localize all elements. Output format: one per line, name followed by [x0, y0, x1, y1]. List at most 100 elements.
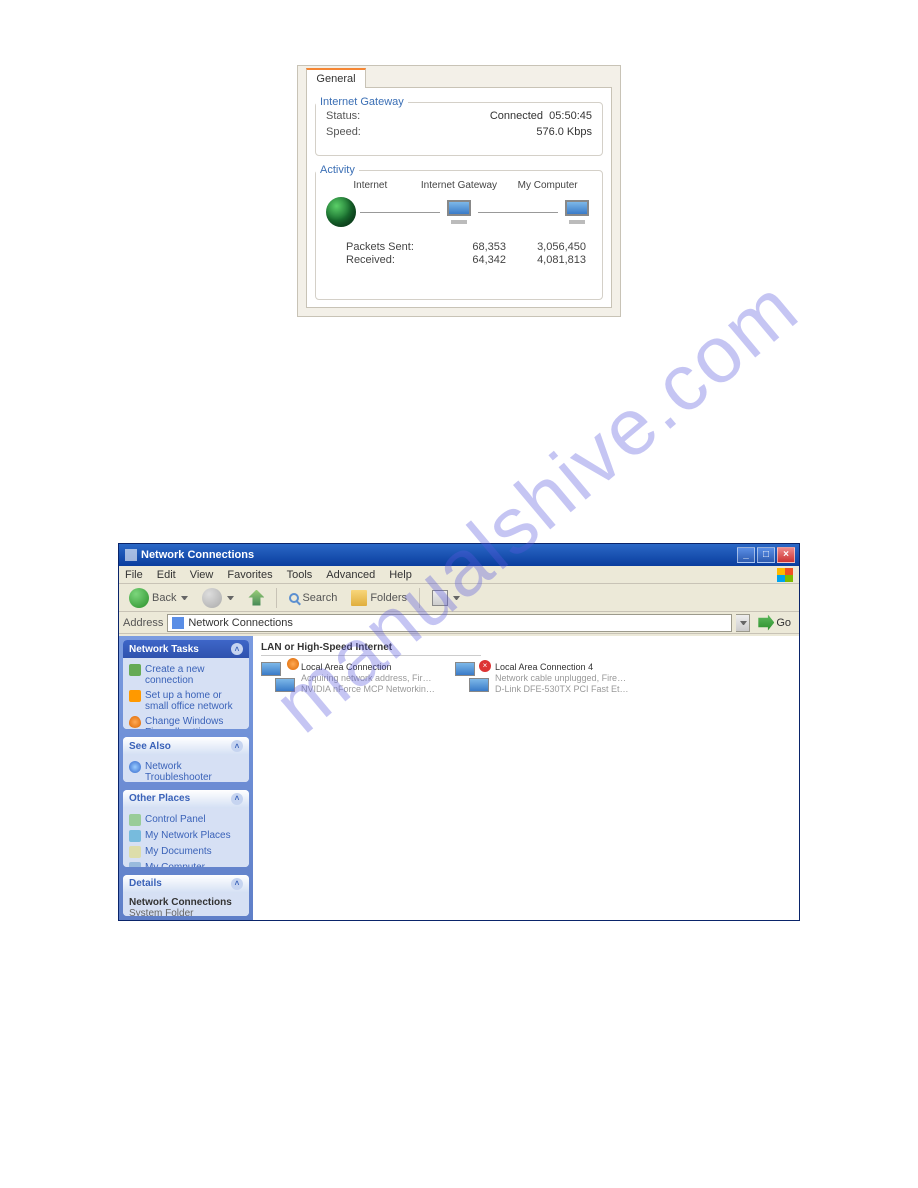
maximize-button[interactable]: □: [757, 547, 775, 563]
warning-badge-icon: [287, 658, 299, 670]
connection-status: Acquiring network address, Fir…: [301, 673, 435, 684]
computer-icon: [129, 862, 141, 867]
sidebar-group-details: Details ˄ Network Connections System Fol…: [123, 875, 249, 916]
sidebar-header-network-tasks[interactable]: Network Tasks ˄: [123, 640, 249, 658]
connection-icon: [261, 662, 295, 692]
globe-icon: [326, 197, 356, 227]
forward-dropdown-icon[interactable]: [227, 596, 234, 600]
menu-tools[interactable]: Tools: [287, 569, 313, 581]
back-icon: [129, 588, 149, 608]
sidebar-item-firewall[interactable]: Change Windows Firewall settings: [129, 714, 243, 729]
sidebar-item-create-connection[interactable]: Create a new connection: [129, 662, 243, 688]
minimize-button[interactable]: _: [737, 547, 755, 563]
category-header: LAN or High-Speed Internet: [261, 642, 481, 656]
see-also-title: See Also: [129, 741, 171, 752]
connection-item[interactable]: Local Area Connection Acquiring network …: [261, 662, 441, 695]
connection-status: Network cable unplugged, Fire…: [495, 673, 629, 684]
address-value: Network Connections: [188, 617, 293, 629]
views-icon: [432, 590, 448, 606]
views-dropdown-icon[interactable]: [453, 596, 460, 600]
titlebar[interactable]: Network Connections _ □ ×: [119, 544, 799, 566]
collapse-icon[interactable]: ˄: [231, 643, 243, 655]
collapse-icon[interactable]: ˄: [231, 878, 243, 890]
status-value: Connected 05:50:45: [490, 110, 592, 122]
activity-node-internet: Internet: [330, 180, 410, 191]
search-button[interactable]: Search: [285, 590, 341, 606]
collapse-icon[interactable]: ˄: [231, 740, 243, 752]
firewall-icon: [129, 716, 141, 728]
sidebar-header-details[interactable]: Details ˄: [123, 875, 249, 893]
tab-general[interactable]: General: [306, 68, 366, 88]
address-label: Address: [123, 617, 163, 629]
mycomputer-monitor-icon: [562, 200, 592, 224]
titlebar-caption: Network Connections: [123, 549, 737, 561]
sidebar-item-control-panel[interactable]: Control Panel: [129, 812, 243, 828]
search-label: Search: [302, 592, 337, 604]
back-button[interactable]: Back: [125, 586, 192, 610]
sidebar-item-troubleshooter[interactable]: Network Troubleshooter: [129, 759, 243, 782]
menu-file[interactable]: File: [125, 569, 143, 581]
go-icon: [758, 615, 774, 631]
speed-value: 576.0 Kbps: [536, 126, 592, 138]
views-button[interactable]: [428, 588, 464, 608]
other-places-title: Other Places: [129, 793, 190, 804]
chevron-down-icon: [740, 621, 747, 625]
sidebar-item-label: My Network Places: [145, 830, 231, 841]
collapse-icon[interactable]: ˄: [231, 793, 243, 805]
menu-edit[interactable]: Edit: [157, 569, 176, 581]
up-button[interactable]: [244, 588, 268, 608]
menu-view[interactable]: View: [190, 569, 214, 581]
connection-icon: ×: [455, 662, 489, 692]
sidebar-item-home-network[interactable]: Set up a home or small office network: [129, 688, 243, 714]
address-dropdown-button[interactable]: [736, 614, 750, 632]
network-places-icon: [129, 830, 141, 842]
go-button[interactable]: Go: [754, 615, 795, 631]
documents-icon: [129, 846, 141, 858]
menu-help[interactable]: Help: [389, 569, 412, 581]
back-dropdown-icon[interactable]: [181, 596, 188, 600]
connection-device: NVIDIA nForce MCP Networkin…: [301, 684, 435, 695]
menu-favorites[interactable]: Favorites: [227, 569, 272, 581]
packets-sent-gateway: 68,353: [436, 241, 506, 253]
sidebar-item-label: Network Troubleshooter: [145, 761, 243, 782]
address-icon: [172, 617, 184, 629]
menubar: File Edit View Favorites Tools Advanced …: [119, 566, 799, 584]
up-icon: [248, 590, 264, 606]
sidebar-header-other-places[interactable]: Other Places ˄: [123, 790, 249, 808]
toolbar-separator: [419, 588, 420, 608]
toolbar-separator: [276, 588, 277, 608]
tab-general-pane: Internet Gateway Status: Connected 05:50…: [306, 87, 612, 308]
home-network-icon: [129, 690, 141, 702]
address-input[interactable]: Network Connections: [167, 614, 732, 632]
network-connections-window: Network Connections _ □ × File Edit View…: [118, 543, 800, 921]
sidebar-item-my-computer[interactable]: My Computer: [129, 860, 243, 867]
menu-advanced[interactable]: Advanced: [326, 569, 375, 581]
packets-sent-mycomputer: 3,056,450: [506, 241, 586, 253]
forward-button[interactable]: [198, 586, 238, 610]
sidebar-item-network-places[interactable]: My Network Places: [129, 828, 243, 844]
new-connection-icon: [129, 664, 141, 676]
toolbar: Back Search Folders: [119, 584, 799, 612]
sidebar-header-see-also[interactable]: See Also ˄: [123, 737, 249, 755]
details-name: Network Connections: [129, 897, 243, 908]
group-activity: Activity Internet Internet Gateway My Co…: [315, 164, 603, 300]
search-icon: [289, 593, 299, 603]
activity-legend: Activity: [316, 164, 359, 176]
network-tasks-title: Network Tasks: [129, 644, 199, 655]
activity-stats: Packets Sent: 68,353 3,056,450 Received:…: [316, 233, 602, 266]
connection-line: [360, 212, 440, 213]
window-title: Network Connections: [141, 549, 254, 561]
activity-node-mycomputer: My Computer: [508, 180, 588, 191]
group-internet-gateway: Internet Gateway Status: Connected 05:50…: [315, 96, 603, 156]
sidebar-item-my-documents[interactable]: My Documents: [129, 844, 243, 860]
close-button[interactable]: ×: [777, 547, 795, 563]
status-dialog: General Internet Gateway Status: Connect…: [297, 65, 621, 317]
connection-item[interactable]: × Local Area Connection 4 Network cable …: [455, 662, 635, 695]
folders-button[interactable]: Folders: [347, 588, 411, 608]
go-label: Go: [776, 617, 791, 629]
forward-icon: [202, 588, 222, 608]
window-body: Network Tasks ˄ Create a new connection …: [119, 636, 799, 920]
sidebar-group-network-tasks: Network Tasks ˄ Create a new connection …: [123, 640, 249, 729]
packets-sent-label: Packets Sent:: [346, 241, 436, 253]
back-label: Back: [152, 592, 176, 604]
